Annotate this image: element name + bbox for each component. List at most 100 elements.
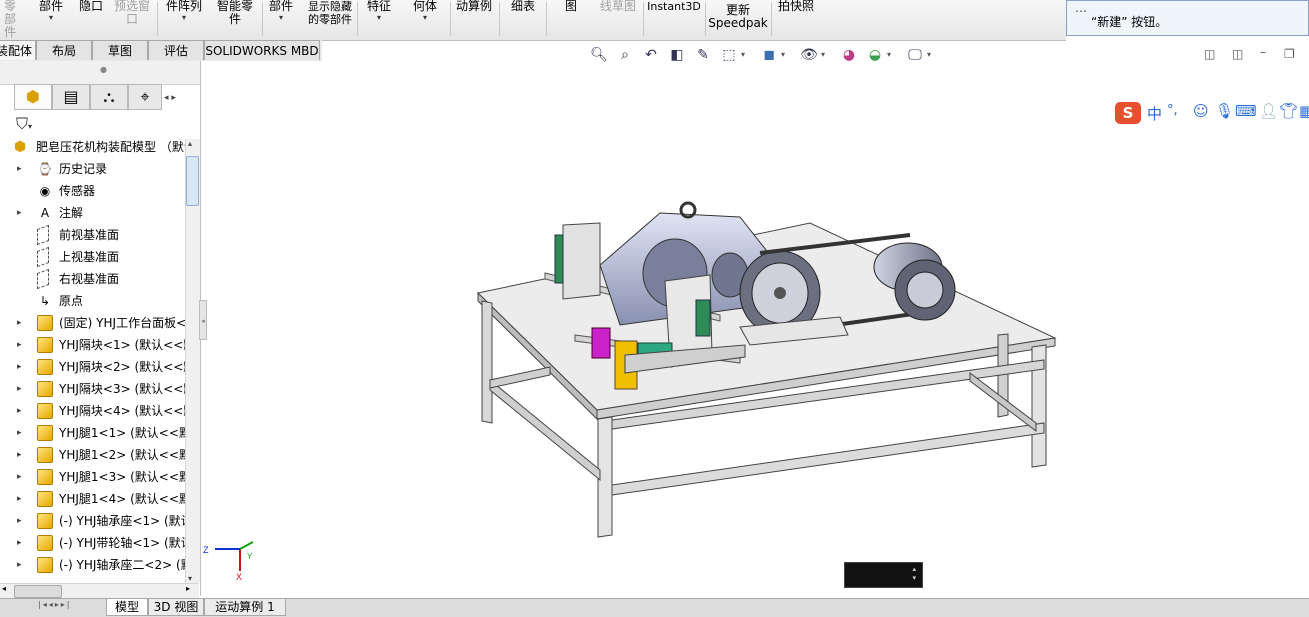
dark-dropdown-widget[interactable]: ▴ ▾ xyxy=(844,562,923,588)
ribbon-item-3[interactable]: 预选窗口 xyxy=(110,0,154,40)
tree-item[interactable]: 前视基准面 xyxy=(0,224,185,246)
display-style-icon[interactable]: ◼ xyxy=(760,46,778,64)
tree-item[interactable]: ▸ YHJ隔块<1> (默认<<默 xyxy=(0,334,185,356)
expand-arrow-icon[interactable]: ▸ xyxy=(17,312,27,334)
tree-item[interactable]: ▸ (固定) YHJ工作台面板< xyxy=(0,312,185,334)
toolbox-icon[interactable]: ▦ xyxy=(1299,102,1309,120)
zoom-to-area-icon[interactable]: ⌕ xyxy=(616,46,634,64)
expand-arrow-icon[interactable]: ▸ xyxy=(17,202,27,224)
hide-show-items-icon[interactable]: 👁︎ xyxy=(800,46,818,64)
expand-arrow-icon[interactable]: ▸ xyxy=(17,466,27,488)
assembly-3d-model[interactable] xyxy=(460,195,1070,540)
ribbon-item-10[interactable]: 动算例 xyxy=(454,0,494,40)
ribbon-item-13[interactable]: 线草图 xyxy=(596,0,640,40)
tree-item[interactable]: 右视基准面 xyxy=(0,268,185,290)
expand-arrow-icon[interactable]: ▸ xyxy=(17,158,27,180)
apply-scene-icon[interactable]: ◒ xyxy=(866,46,884,64)
vertical-scroll-thumb[interactable] xyxy=(186,156,199,206)
expand-arrow-icon[interactable]: ▸ xyxy=(17,378,27,400)
zoom-to-fit-icon[interactable]: 🔍︎ xyxy=(590,46,608,64)
tab-nav-arrows-icon[interactable]: |◂◂▸▸| xyxy=(38,600,71,609)
property-manager-tab[interactable]: ▤ xyxy=(52,84,90,110)
tile-right-icon[interactable]: ◫ xyxy=(1232,47,1243,61)
view-settings-dropdown-icon[interactable]: ▾ xyxy=(927,50,931,59)
tree-horizontal-scrollbar[interactable]: ◂ ▸ xyxy=(0,583,199,598)
expand-arrow-icon[interactable]: ▸ xyxy=(17,510,27,532)
skin-icon[interactable]: 👕︎ xyxy=(1279,102,1298,120)
expand-arrow-icon[interactable]: ▸ xyxy=(17,400,27,422)
ribbon-item-5[interactable]: 智能零件 xyxy=(214,0,256,40)
tree-item[interactable]: ▸ (-) YHJ轴承座<1> (默认 xyxy=(0,510,185,532)
tab-motion-study[interactable]: 运动算例 1 xyxy=(204,599,286,616)
keyboard-icon[interactable]: ⌨ xyxy=(1235,102,1257,120)
dynamic-annotation-icon[interactable]: ✎ xyxy=(694,46,712,64)
ribbon-item-1[interactable]: 部件 ▾ xyxy=(34,0,68,40)
scroll-right-icon[interactable]: ▸ xyxy=(186,584,190,593)
expand-arrow-icon[interactable]: ▸ xyxy=(17,554,27,576)
tab-3d-view[interactable]: 3D 视图 xyxy=(148,599,204,616)
tree-item[interactable]: ▸ (-) YHJ带轮轴<1> (默认 xyxy=(0,532,185,554)
tree-item[interactable]: ▸ YHJ隔块<2> (默认<<默 xyxy=(0,356,185,378)
hide-show-dropdown-icon[interactable]: ▾ xyxy=(821,50,825,59)
tree-item[interactable]: ▸ YHJ腿1<2> (默认<<默 xyxy=(0,444,185,466)
section-view-icon[interactable]: ◧ xyxy=(668,46,686,64)
view-orientation-dropdown-icon[interactable]: ▾ xyxy=(741,50,745,59)
tree-item[interactable]: ▸ YHJ隔块<3> (默认<<默 xyxy=(0,378,185,400)
widget-updown-icon[interactable]: ▴ ▾ xyxy=(912,565,916,583)
ribbon-item-15[interactable]: 更新 Speedpak xyxy=(708,4,768,44)
tile-left-icon[interactable]: ◫ xyxy=(1204,47,1215,61)
ribbon-item-4[interactable]: 件阵列 ▾ xyxy=(162,0,206,40)
display-style-dropdown-icon[interactable]: ▾ xyxy=(781,50,785,59)
tree-item[interactable]: ▸ YHJ腿1<3> (默认<<默 xyxy=(0,466,185,488)
tree-item[interactable]: ◉ 传感器 xyxy=(0,180,185,202)
scroll-left-icon[interactable]: ◂ xyxy=(2,584,6,593)
tab-model[interactable]: 模型 xyxy=(106,599,148,616)
dimxpert-tab[interactable]: ⌖ xyxy=(128,84,162,110)
tree-item[interactable]: ▸ YHJ腿1<1> (默认<<默 xyxy=(0,422,185,444)
view-orientation-icon[interactable]: ⬚ xyxy=(720,46,738,64)
ribbon-item-14[interactable]: Instant3D xyxy=(646,0,702,40)
sogou-logo-icon[interactable]: S xyxy=(1115,102,1141,124)
tree-item[interactable]: ▸ A 注解 xyxy=(0,202,185,224)
expand-arrow-icon[interactable]: ▸ xyxy=(17,422,27,444)
ribbon-item-6[interactable]: 部件 ▾ xyxy=(266,0,296,40)
expand-arrow-icon[interactable]: ▸ xyxy=(17,532,27,554)
ime-mode-toggle[interactable]: 中 xyxy=(1147,103,1162,124)
ribbon-item-8[interactable]: 特征 ▾ xyxy=(362,0,396,40)
ribbon-item-0[interactable]: 零 部件 xyxy=(0,0,20,40)
ribbon-item-12[interactable]: 图 xyxy=(560,0,582,40)
previous-view-icon[interactable]: ↶ xyxy=(642,46,660,64)
expand-arrow-icon[interactable]: ▸ xyxy=(17,356,27,378)
panel-grip-icon[interactable]: ● xyxy=(100,65,107,74)
configuration-manager-tab[interactable]: ⛬ xyxy=(90,84,128,110)
ribbon-item-16[interactable]: 拍快照 xyxy=(776,0,816,40)
ribbon-item-9[interactable]: 何体 ▾ xyxy=(408,0,442,40)
filter-icon[interactable]: ⛉▾ xyxy=(16,114,32,134)
view-settings-icon[interactable]: 🖵︎ xyxy=(906,46,924,64)
tree-item[interactable]: ▸ (-) YHJ轴承座二<2> (默 xyxy=(0,554,185,576)
ribbon-item-7[interactable]: 显示隐藏的零部件 xyxy=(306,0,354,40)
apply-scene-dropdown-icon[interactable]: ▾ xyxy=(887,50,891,59)
tree-item[interactable]: ▸ YHJ腿1<4> (默认<<默 xyxy=(0,488,185,510)
expand-arrow-icon[interactable]: ▸ xyxy=(17,444,27,466)
tree-item[interactable]: ▸ ⌚ 历史记录 xyxy=(0,158,185,180)
tab-layout[interactable]: 布局 xyxy=(36,40,92,60)
tab-solidworks-mbd[interactable]: SOLIDWORKS MBD xyxy=(204,40,320,60)
minimize-icon[interactable]: – xyxy=(1260,45,1266,59)
emoji-icon[interactable]: ☺ xyxy=(1193,102,1209,120)
tree-item[interactable]: ↳ 原点 xyxy=(0,290,185,312)
edit-appearance-icon[interactable]: ◕ xyxy=(840,46,858,64)
ribbon-item-11[interactable]: 细表 xyxy=(506,0,540,40)
tab-assembly[interactable]: 装配体 xyxy=(0,40,36,60)
restore-icon[interactable]: ❐ xyxy=(1284,47,1295,61)
tree-item[interactable]: ▸ YHJ隔块<4> (默认<<默 xyxy=(0,400,185,422)
scroll-down-icon[interactable]: ▾ xyxy=(188,574,192,583)
panel-tab-scroll[interactable]: ◂ ▸ xyxy=(164,90,194,106)
ribbon-item-2[interactable]: 隐口 xyxy=(78,0,104,40)
user-icon[interactable]: 👤︎ xyxy=(1259,102,1278,120)
tree-root[interactable]: ⬢ 肥皂压花机构装配模型 （默认 xyxy=(0,136,185,158)
ime-punct-toggle[interactable]: °, xyxy=(1167,103,1178,118)
expand-arrow-icon[interactable]: ▸ xyxy=(17,488,27,510)
scroll-up-icon[interactable]: ▴ xyxy=(188,139,192,148)
expand-arrow-icon[interactable]: ▸ xyxy=(17,334,27,356)
